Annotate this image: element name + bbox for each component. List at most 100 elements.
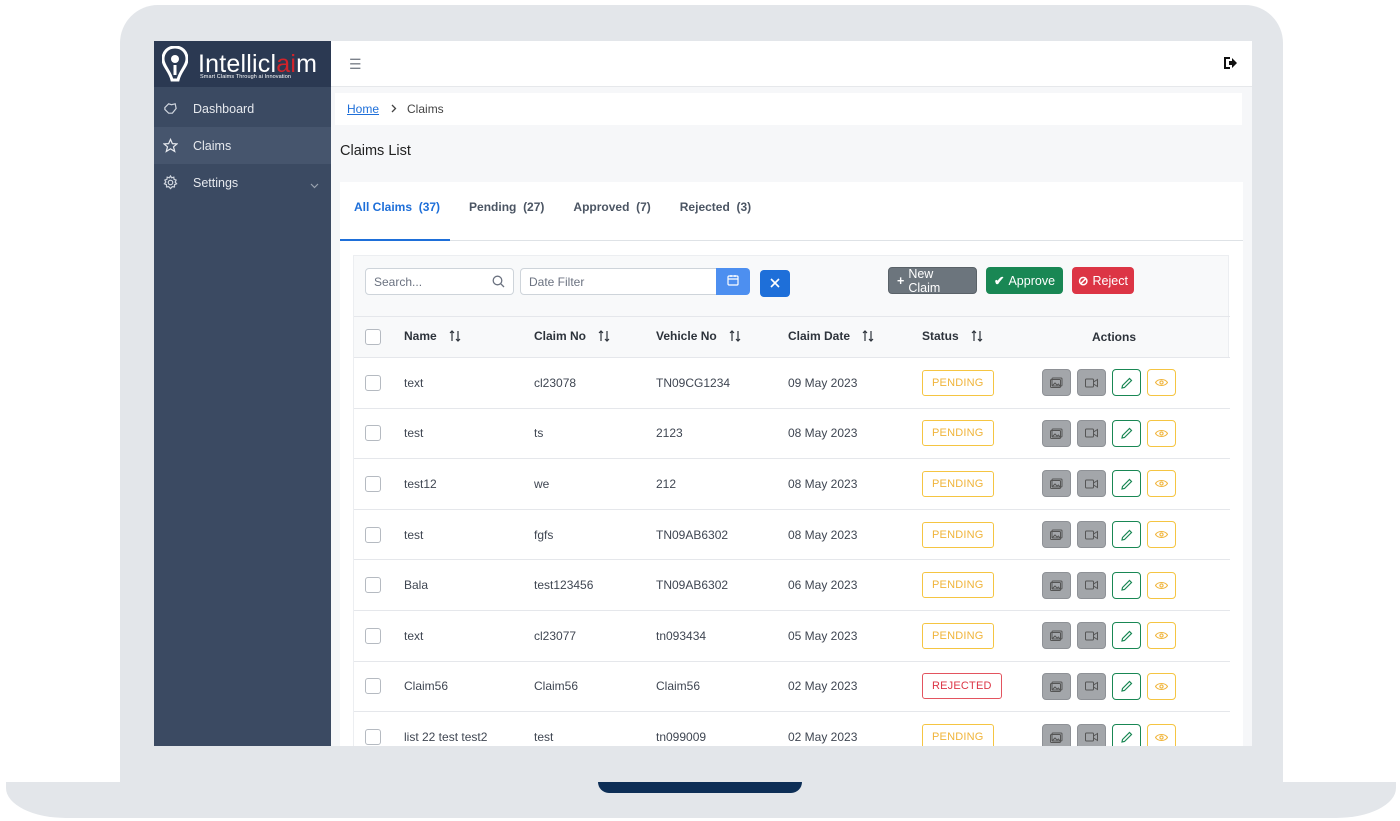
star-icon — [163, 138, 178, 153]
view-video-button[interactable] — [1077, 571, 1106, 599]
table-row[interactable]: list 22 test test2 test tn099009 02 May … — [354, 711, 1230, 746]
sort-icon[interactable] — [971, 329, 983, 345]
column-header-claim-date[interactable]: Claim Date — [788, 329, 850, 343]
clear-filter-button[interactable] — [760, 270, 790, 297]
table-row[interactable]: Claim56 Claim56 Claim56 02 May 2023 REJE… — [354, 661, 1230, 712]
view-button[interactable] — [1147, 622, 1176, 650]
cell-claim-date: 08 May 2023 — [788, 527, 858, 542]
column-header-claim-no[interactable]: Claim No — [534, 329, 586, 343]
cell-vehicle-no: TN09CG1234 — [656, 375, 731, 390]
view-video-button[interactable] — [1077, 723, 1106, 746]
pencil-icon — [1120, 681, 1132, 693]
sort-icon[interactable] — [862, 329, 874, 345]
cell-claim-no: test — [534, 730, 554, 745]
select-all-checkbox[interactable] — [365, 329, 381, 345]
view-button[interactable] — [1147, 571, 1176, 599]
row-checkbox[interactable] — [365, 577, 381, 594]
new-claim-button[interactable]: + New Claim — [888, 267, 977, 295]
logo-tagline: Smart Claims Through ai Innovation — [200, 74, 292, 80]
view-images-button[interactable] — [1042, 571, 1071, 599]
eye-icon — [1155, 379, 1168, 387]
logout-icon[interactable] — [1222, 55, 1238, 76]
chevron-down-icon[interactable] — [310, 178, 319, 192]
table-row[interactable]: text cl23078 TN09CG1234 09 May 2023 PEND… — [354, 357, 1230, 409]
edit-button[interactable] — [1112, 470, 1141, 498]
sidebar-item-dashboard[interactable]: Dashboard — [154, 90, 331, 127]
tab-rejected[interactable]: Rejected (3) — [680, 182, 751, 240]
view-button[interactable] — [1147, 470, 1176, 498]
view-button[interactable] — [1147, 672, 1176, 700]
sidebar-item-claims[interactable]: Claims — [154, 127, 331, 164]
column-header-name[interactable]: Name — [404, 329, 437, 343]
table-row[interactable]: text cl23077 tn093434 05 May 2023 PENDIN… — [354, 610, 1230, 662]
date-filter-input[interactable]: Date Filter — [520, 268, 717, 295]
row-checkbox[interactable] — [365, 425, 381, 442]
image-icon — [1050, 630, 1063, 642]
edit-button[interactable] — [1112, 521, 1141, 549]
pencil-icon — [1120, 630, 1132, 642]
row-checkbox[interactable] — [365, 729, 381, 746]
calendar-button[interactable] — [716, 268, 750, 295]
edit-button[interactable] — [1112, 723, 1141, 746]
row-checkbox[interactable] — [365, 627, 381, 644]
edit-button[interactable] — [1112, 419, 1141, 447]
table-row[interactable]: test fgfs TN09AB6302 08 May 2023 PENDING — [354, 509, 1230, 560]
approve-button[interactable]: ✔ Approve — [986, 267, 1063, 294]
status-badge: PENDING — [922, 572, 994, 599]
view-video-button[interactable] — [1077, 369, 1106, 397]
view-video-button[interactable] — [1077, 622, 1106, 650]
sort-icon[interactable] — [449, 329, 461, 345]
view-button[interactable] — [1147, 419, 1176, 447]
view-images-button[interactable] — [1042, 672, 1071, 700]
sort-icon[interactable] — [729, 329, 741, 345]
tab-all-claims[interactable]: All Claims (37) — [354, 182, 440, 240]
view-button[interactable] — [1147, 369, 1176, 397]
view-video-button[interactable] — [1077, 672, 1106, 700]
plus-icon: + — [897, 273, 905, 288]
view-images-button[interactable] — [1042, 419, 1071, 447]
edit-button[interactable] — [1112, 672, 1141, 700]
cell-claim-date: 05 May 2023 — [788, 628, 858, 643]
view-video-button[interactable] — [1077, 470, 1106, 498]
eye-icon — [1155, 733, 1168, 741]
table-row[interactable]: test ts 2123 08 May 2023 PENDING — [354, 408, 1230, 459]
claims-panel: Search... Date Filter + New Claim ✔ Appr… — [353, 255, 1230, 746]
logo[interactable]: Intelliclaim Smart Claims Through ai Inn… — [154, 41, 331, 87]
view-images-button[interactable] — [1042, 470, 1071, 498]
sidebar-item-settings[interactable]: Settings — [154, 164, 331, 201]
cell-claim-date: 09 May 2023 — [788, 375, 858, 390]
search-input[interactable]: Search... — [365, 268, 514, 295]
view-video-button[interactable] — [1077, 521, 1106, 549]
edit-button[interactable] — [1112, 571, 1141, 599]
table-row[interactable]: test12 we 212 08 May 2023 PENDING — [354, 458, 1230, 510]
view-images-button[interactable] — [1042, 521, 1071, 549]
view-button[interactable] — [1147, 723, 1176, 746]
edit-button[interactable] — [1112, 369, 1141, 397]
row-checkbox[interactable] — [365, 678, 381, 695]
sort-icon[interactable] — [598, 329, 610, 345]
tab-approved[interactable]: Approved (7) — [573, 182, 650, 240]
row-checkbox[interactable] — [365, 475, 381, 492]
cell-vehicle-no: 2123 — [656, 426, 683, 441]
row-checkbox[interactable] — [365, 526, 381, 543]
view-images-button[interactable] — [1042, 723, 1071, 746]
row-checkbox[interactable] — [365, 374, 381, 391]
ban-icon: ⊘ — [1078, 274, 1089, 288]
tab-pending[interactable]: Pending (27) — [469, 182, 544, 240]
table-row[interactable]: Bala test123456 TN09AB6302 06 May 2023 P… — [354, 559, 1230, 611]
column-header-vehicle-no[interactable]: Vehicle No — [656, 329, 717, 343]
app-screen: Intelliclaim Smart Claims Through ai Inn… — [154, 41, 1252, 746]
view-images-button[interactable] — [1042, 369, 1071, 397]
view-video-button[interactable] — [1077, 419, 1106, 447]
view-button[interactable] — [1147, 521, 1176, 549]
view-images-button[interactable] — [1042, 622, 1071, 650]
claims-card: All Claims (37) Pending (27) Approved (7… — [340, 182, 1243, 746]
hand-icon — [163, 101, 178, 116]
column-header-actions: Actions — [1091, 330, 1136, 344]
edit-button[interactable] — [1112, 622, 1141, 650]
reject-button[interactable]: ⊘ Reject — [1072, 267, 1134, 294]
sidebar-item-label: Settings — [193, 175, 239, 190]
column-header-status[interactable]: Status — [922, 329, 959, 343]
menu-toggle-icon[interactable]: ☰ — [349, 56, 362, 73]
breadcrumb-home-link[interactable]: Home — [347, 102, 379, 116]
